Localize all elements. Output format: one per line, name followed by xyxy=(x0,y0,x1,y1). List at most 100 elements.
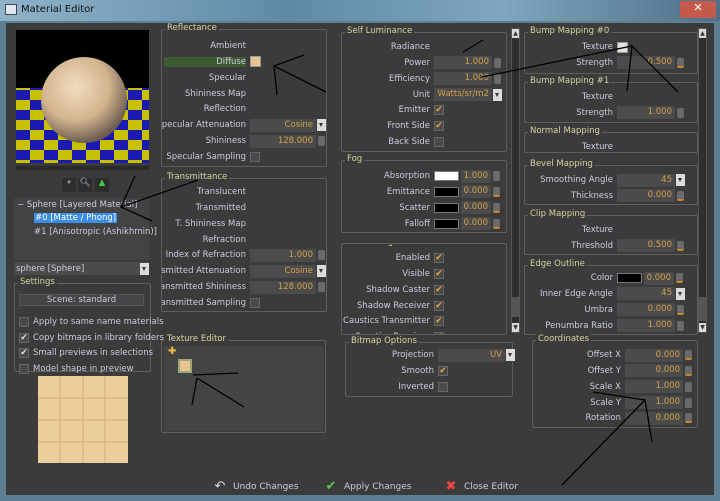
spinner-icon[interactable] xyxy=(493,202,500,213)
load-material-icon[interactable]: ▲ xyxy=(95,178,109,192)
spinner-icon[interactable] xyxy=(685,365,692,376)
settings-option[interactable]: Model shape in preview xyxy=(19,362,134,376)
color-field[interactable]: 0.000 xyxy=(644,271,674,285)
scatter-color-swatch[interactable] xyxy=(434,202,459,213)
spinner-icon[interactable] xyxy=(685,350,692,360)
chevron-down-icon[interactable] xyxy=(493,88,502,101)
smoothing-angle-select[interactable]: 45 xyxy=(617,173,675,187)
settings-checkbox[interactable] xyxy=(19,364,29,375)
inverted-checkbox[interactable] xyxy=(438,381,448,392)
penumbra-ratio-field[interactable]: 1.000 xyxy=(617,319,675,333)
spinner-icon[interactable] xyxy=(677,240,684,251)
shadow-caster-checkbox[interactable]: ✔ xyxy=(434,284,444,295)
specular-attenuation-select[interactable]: Cosine xyxy=(250,118,316,132)
spinner-icon[interactable] xyxy=(318,250,325,261)
efficiency-field[interactable]: 1.000 xyxy=(434,72,492,86)
spinner-icon[interactable] xyxy=(677,320,684,331)
scene-button[interactable]: Scene: standard xyxy=(19,294,144,306)
settings-option[interactable]: ✔ Copy bitmaps in library folders xyxy=(19,331,164,345)
visible-checkbox[interactable]: ✔ xyxy=(434,268,444,279)
wand-icon[interactable]: ✦ xyxy=(62,178,76,192)
projection-select[interactable]: UV xyxy=(438,348,505,362)
power-field[interactable]: 1.000 xyxy=(434,56,492,70)
diffuse-texture-slot[interactable] xyxy=(250,56,261,68)
settings-option[interactable]: ✔ Small previews in selections xyxy=(19,346,153,360)
spinner-icon[interactable] xyxy=(493,186,500,197)
chevron-down-icon[interactable] xyxy=(317,119,326,132)
spinner-icon[interactable] xyxy=(677,304,684,315)
middle-scrollbar[interactable]: ▲ ▼ xyxy=(511,28,520,333)
thickness-field[interactable]: 0.000 xyxy=(617,189,675,203)
right-scrollbar[interactable]: ▲ ▼ xyxy=(698,28,707,333)
spinner-icon[interactable] xyxy=(494,57,501,68)
offset-x-field[interactable]: 0.000 xyxy=(625,348,683,362)
spinner-icon[interactable] xyxy=(493,218,500,229)
threshold-field[interactable]: 0.500 xyxy=(617,239,675,253)
scale-y-field[interactable]: 1.000 xyxy=(625,396,683,410)
falloff-color-swatch[interactable] xyxy=(434,218,459,229)
offset-y-field[interactable]: 0.000 xyxy=(625,364,683,378)
shadow-receiver-checkbox[interactable]: ✔ xyxy=(434,300,444,311)
close-editor-button[interactable]: ✖ Close Editor xyxy=(444,480,518,494)
spinner-icon[interactable] xyxy=(318,136,325,147)
transmitted-sampling-checkbox[interactable] xyxy=(250,297,260,308)
specular-sampling-checkbox[interactable] xyxy=(250,151,260,162)
chevron-down-icon[interactable] xyxy=(676,287,685,300)
index-of-refraction-field[interactable]: 1.000 xyxy=(250,248,316,262)
strength-field[interactable]: 0.500 xyxy=(617,56,675,70)
emittance-field[interactable]: 0.000 xyxy=(461,185,491,199)
settings-checkbox[interactable]: ✔ xyxy=(19,332,29,343)
spinner-icon[interactable] xyxy=(677,57,684,68)
tree-root[interactable]: − Sphere [Layered Material] xyxy=(17,200,137,210)
apply-changes-button[interactable]: ✔ Apply Changes xyxy=(324,480,412,494)
inner-edge-angle-select[interactable]: 45 xyxy=(617,287,675,301)
unit-select[interactable]: Watts/sr/m2 xyxy=(434,88,492,102)
settings-option[interactable]: Apply to same name materials xyxy=(19,315,164,329)
settings-checkbox[interactable] xyxy=(19,317,29,327)
close-window-button[interactable]: ✕ xyxy=(680,1,716,18)
falloff-field[interactable]: 0.000 xyxy=(461,217,491,231)
spinner-icon[interactable] xyxy=(685,381,692,392)
back-side-checkbox[interactable] xyxy=(434,137,444,148)
undo-changes-button[interactable]: ↶ Undo Changes xyxy=(213,480,299,494)
enabled-checkbox[interactable]: ✔ xyxy=(434,253,444,263)
scale-x-field[interactable]: 1.000 xyxy=(625,380,683,394)
zoom-icon[interactable]: 🔍︎ xyxy=(78,178,92,192)
tree-item-layer-0[interactable]: #0 [Matte / Phong] xyxy=(34,213,118,223)
collapse-icon[interactable]: − xyxy=(17,200,24,210)
absorption-field[interactable]: 1.000 xyxy=(461,169,491,183)
smooth-checkbox[interactable]: ✔ xyxy=(438,365,448,376)
spinner-icon[interactable] xyxy=(677,190,684,201)
spinner-icon[interactable] xyxy=(685,397,692,408)
spinner-icon[interactable] xyxy=(494,73,501,84)
chevron-down-icon[interactable] xyxy=(676,174,685,186)
caustics-transmitter-checkbox[interactable]: ✔ xyxy=(434,316,444,327)
scatter-field[interactable]: 0.000 xyxy=(461,201,491,215)
shape-select[interactable]: sphere [Sphere] xyxy=(14,262,149,275)
front-side-checkbox[interactable]: ✔ xyxy=(434,121,444,132)
emittance-color-swatch[interactable] xyxy=(434,186,459,197)
caustics-receiver-checkbox[interactable]: ✔ xyxy=(434,332,444,334)
shininess-field[interactable]: 128.000 xyxy=(250,134,316,148)
spinner-icon[interactable] xyxy=(318,282,325,293)
absorption-color-swatch[interactable] xyxy=(434,171,459,181)
transmitted-shininess-field[interactable]: 128.000 xyxy=(250,280,316,294)
tree-item-layer-1[interactable]: #1 [Anisotropic (Ashikhmin)] xyxy=(34,227,157,237)
strength-field[interactable]: 1.000 xyxy=(617,106,675,120)
add-texture-icon[interactable]: ✚ xyxy=(168,346,176,357)
texture-node[interactable] xyxy=(178,359,192,373)
transmitted-attenuation-select[interactable]: Cosine xyxy=(250,264,316,278)
settings-checkbox[interactable]: ✔ xyxy=(19,348,29,359)
emitter-checkbox[interactable]: ✔ xyxy=(434,105,444,116)
preview-slider[interactable] xyxy=(16,166,149,170)
texture-texture-slot[interactable] xyxy=(617,41,628,53)
rotation-field[interactable]: 0.000 xyxy=(625,411,683,425)
umbra-field[interactable]: 0.000 xyxy=(617,303,675,317)
spinner-icon[interactable] xyxy=(677,107,684,118)
spinner-icon[interactable] xyxy=(685,413,692,424)
spinner-icon[interactable] xyxy=(493,171,500,181)
chevron-down-icon[interactable] xyxy=(506,349,515,361)
color-color-swatch[interactable] xyxy=(617,273,642,283)
spinner-icon[interactable] xyxy=(676,273,683,283)
chevron-down-icon[interactable] xyxy=(317,265,326,278)
